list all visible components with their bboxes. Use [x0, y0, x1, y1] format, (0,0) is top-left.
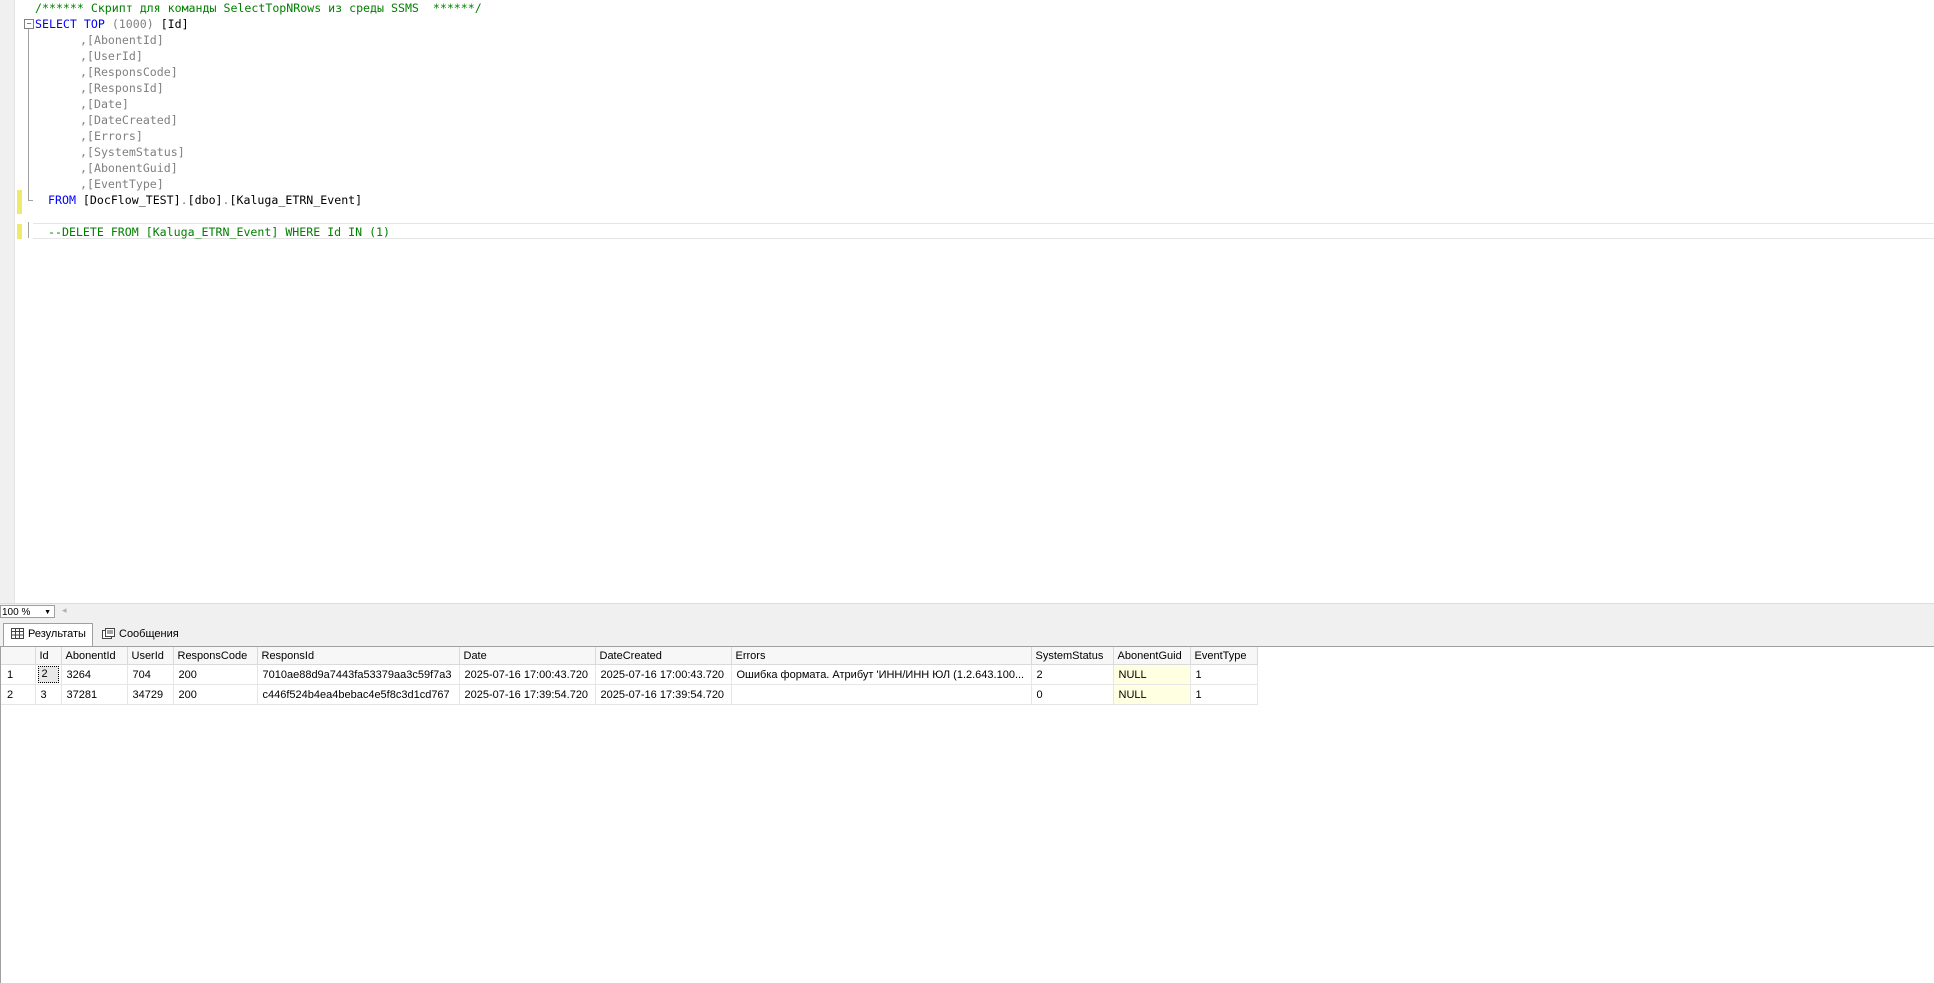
query-editor[interactable]: − /****** Скрипт для команды SelectTopNR…	[0, 0, 1934, 603]
scroll-left-icon[interactable]: ◂	[62, 605, 67, 616]
cell-eventtype[interactable]: 1	[1190, 664, 1258, 685]
messages-icon	[102, 628, 115, 639]
column-header-date[interactable]: Date	[459, 647, 596, 665]
code-comment-header: /****** Скрипт для команды SelectTopNRow…	[35, 1, 482, 15]
cell-id[interactable]: 3	[35, 684, 62, 705]
column-name: ,[ResponsId]	[80, 81, 164, 95]
collapse-toggle-icon[interactable]: −	[24, 19, 34, 29]
tab-messages[interactable]: Сообщения	[95, 624, 185, 645]
selected-cell-value: 2	[37, 666, 59, 683]
table-header-row: Id AbonentId UserId ResponsCode ResponsId Dat…	[1, 647, 1258, 665]
cell-id[interactable]: 2	[35, 664, 62, 685]
column-name: ,[SystemStatus]	[80, 145, 185, 159]
cell-abonentguid[interactable]: NULL	[1113, 664, 1191, 685]
cell-eventtype[interactable]: 1	[1190, 684, 1258, 705]
column-name: ,[AbonentGuid]	[80, 161, 178, 175]
column-name: ,[EventType]	[80, 177, 164, 191]
code-line-column: ,[AbonentGuid]	[80, 160, 178, 176]
code-line-column: ,[EventType]	[80, 176, 164, 192]
cell-userid[interactable]: 704	[127, 664, 174, 685]
column-header-userid[interactable]: UserId	[127, 647, 174, 665]
column-header-abonentguid[interactable]: AbonentGuid	[1113, 647, 1191, 665]
top-count: (1000)	[111, 17, 154, 31]
column-header-responscode[interactable]: ResponsCode	[173, 647, 258, 665]
column-id: [Id]	[160, 17, 189, 31]
cell-datecreated[interactable]: 2025-07-16 17:39:54.720	[595, 684, 732, 705]
chevron-down-icon: ▼	[44, 609, 51, 616]
zoom-select[interactable]: 100 % ▼	[0, 605, 55, 618]
cell-errors[interactable]	[731, 684, 1032, 705]
cell-responscode[interactable]: 200	[173, 664, 258, 685]
code-line-column: ,[Date]	[80, 96, 129, 112]
cell-abonentid[interactable]: 37281	[61, 684, 128, 705]
column-header-abonentid[interactable]: AbonentId	[61, 647, 128, 665]
row-number[interactable]: 1	[1, 664, 36, 685]
tab-messages-label: Сообщения	[119, 628, 179, 640]
cell-responsid[interactable]: c446f524b4ea4bebac4e5f8c3d1cd767	[257, 684, 460, 705]
cell-errors[interactable]: Ошибка формата. Атрибут 'ИНН/ИНН ЮЛ (1.2…	[731, 664, 1032, 685]
from-table: [Kaluga_ETRN_Event]	[229, 193, 363, 207]
table-row[interactable]: 1 2 3264 704 200 7010ae88d9a7443fa53379aa3c59…	[1, 664, 1258, 685]
results-grid[interactable]: Id AbonentId UserId ResponsCode ResponsId Dat…	[0, 647, 1934, 983]
cell-userid[interactable]: 34729	[127, 684, 174, 705]
code-line-column: ,[ResponsCode]	[80, 64, 178, 80]
column-name: ,[AbonentId]	[80, 33, 164, 47]
row-number[interactable]: 2	[1, 684, 36, 705]
code-line-delete-comment: --DELETE FROM [Kaluga_ETRN_Event] WHERE …	[48, 225, 391, 239]
column-name: ,[UserId]	[80, 49, 143, 63]
change-marker	[17, 224, 22, 239]
fold-guide	[28, 222, 29, 238]
column-header-systemstatus[interactable]: SystemStatus	[1031, 647, 1114, 665]
tab-results-label: Результаты	[28, 628, 86, 640]
column-header-responsid[interactable]: ResponsId	[257, 647, 460, 665]
cell-datecreated[interactable]: 2025-07-16 17:00:43.720	[595, 664, 732, 685]
code-line-column: ,[Errors]	[80, 128, 143, 144]
fold-guide-end	[28, 200, 33, 201]
keyword-select: SELECT	[35, 17, 77, 31]
cell-date[interactable]: 2025-07-16 17:00:43.720	[459, 664, 596, 685]
editor-status-strip: 100 % ▼ ◂	[0, 603, 1934, 620]
keyword-from: FROM	[48, 193, 76, 207]
column-name: ,[ResponsCode]	[80, 65, 178, 79]
cell-responscode[interactable]: 200	[173, 684, 258, 705]
fold-guide	[28, 29, 29, 201]
column-header-datecreated[interactable]: DateCreated	[595, 647, 732, 665]
from-database: [DocFlow_TEST]	[82, 193, 181, 207]
code-line-select: SELECT TOP (1000) [Id]	[35, 16, 189, 32]
column-name: ,[Date]	[80, 97, 129, 111]
row-number-header	[1, 647, 36, 665]
keyword-top: TOP	[83, 17, 105, 31]
cell-systemstatus[interactable]: 0	[1031, 684, 1114, 705]
editor-gutter	[0, 0, 15, 603]
tab-results[interactable]: Результаты	[3, 623, 93, 646]
column-header-errors[interactable]: Errors	[731, 647, 1032, 665]
cell-abonentid[interactable]: 3264	[61, 664, 128, 685]
column-name: ,[DateCreated]	[80, 113, 178, 127]
cell-responsid[interactable]: 7010ae88d9a7443fa53379aa3c59f7a3	[257, 664, 460, 685]
cell-systemstatus[interactable]: 2	[1031, 664, 1114, 685]
results-table: Id AbonentId UserId ResponsCode ResponsId Dat…	[1, 647, 1258, 705]
cell-abonentguid[interactable]: NULL	[1113, 684, 1191, 705]
code-line-column: ,[UserId]	[80, 48, 143, 64]
change-marker	[17, 190, 22, 214]
zoom-value: 100 %	[2, 607, 31, 618]
results-tabs: Результаты Сообщения	[0, 620, 1934, 647]
table-row[interactable]: 2 3 37281 34729 200 c446f524b4ea4bebac4e5f8c3…	[1, 684, 1258, 705]
code-line-column: ,[DateCreated]	[80, 112, 178, 128]
code-line-column: ,[ResponsId]	[80, 80, 164, 96]
from-schema: [dbo]	[187, 193, 223, 207]
grid-icon	[11, 628, 24, 639]
column-header-eventtype[interactable]: EventType	[1190, 647, 1258, 665]
code-line-from: FROM [DocFlow_TEST].[dbo].[Kaluga_ETRN_E…	[48, 193, 363, 207]
code-line-column: ,[AbonentId]	[80, 32, 164, 48]
column-header-id[interactable]: Id	[35, 647, 62, 665]
code-line-column: ,[SystemStatus]	[80, 144, 185, 160]
column-name: ,[Errors]	[80, 129, 143, 143]
cell-date[interactable]: 2025-07-16 17:39:54.720	[459, 684, 596, 705]
